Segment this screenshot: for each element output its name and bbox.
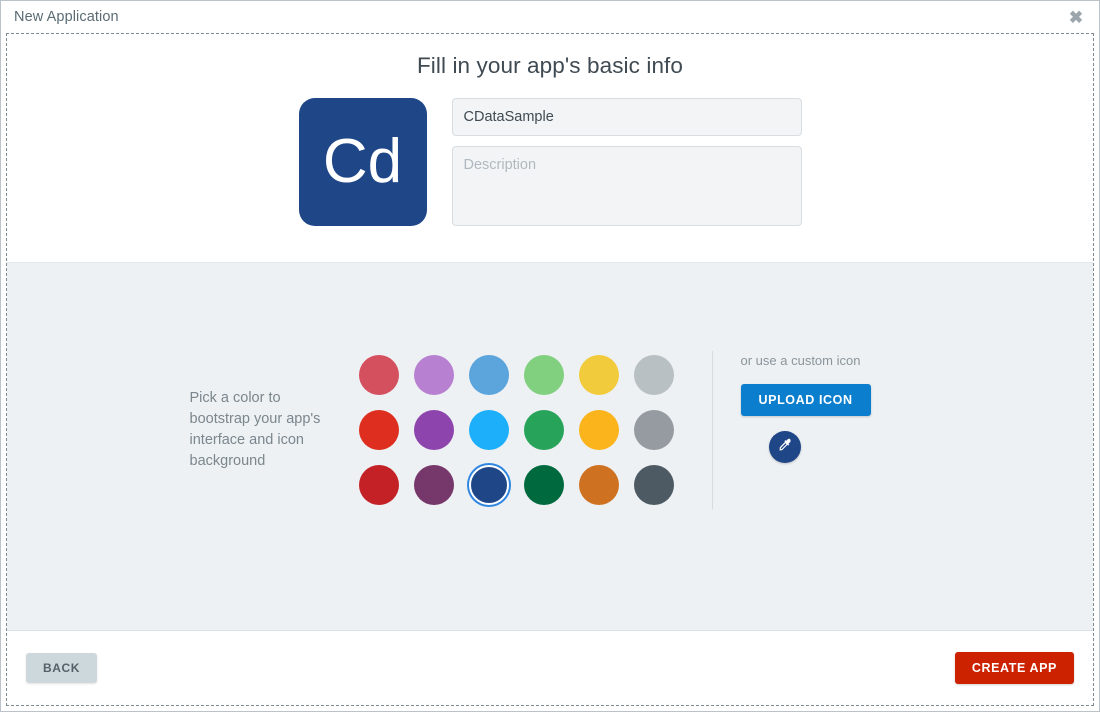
window-title: New Application <box>14 9 119 25</box>
dialog-footer: BACK CREATE APP <box>7 631 1093 705</box>
basic-info-row: Cd <box>7 98 1093 226</box>
eyedropper-button[interactable] <box>768 431 801 463</box>
color-swatch-light-blue[interactable] <box>462 347 517 402</box>
app-icon-preview: Cd <box>298 98 427 226</box>
swatch-dot <box>359 409 399 450</box>
swatch-dot <box>359 464 399 505</box>
swatch-dot <box>634 464 674 505</box>
color-swatch-dark-slate[interactable] <box>627 457 682 512</box>
swatch-dot <box>469 354 509 395</box>
new-application-dialog: New Application ✖ Fill in your app's bas… <box>0 0 1100 712</box>
color-swatch-cyan[interactable] <box>462 402 517 457</box>
color-swatch-dark-orange[interactable] <box>572 457 627 512</box>
swatch-dot <box>579 354 619 395</box>
vertical-divider <box>711 350 713 509</box>
basic-info-section: Fill in your app's basic info Cd <box>7 34 1093 262</box>
dialog-content: Fill in your app's basic info Cd Pick a … <box>6 33 1094 706</box>
color-swatch-dark-red[interactable] <box>352 457 407 512</box>
swatch-dot <box>414 464 454 505</box>
swatch-dot <box>579 409 619 450</box>
color-swatch-navy[interactable] <box>462 457 517 512</box>
close-icon[interactable]: ✖ <box>1065 6 1087 28</box>
swatch-dot <box>634 354 674 395</box>
swatch-dot <box>414 354 454 395</box>
back-button[interactable]: BACK <box>26 653 98 683</box>
color-swatch-grid <box>352 347 682 512</box>
custom-icon-panel: or use a custom icon UPLOAD ICON <box>740 347 911 463</box>
color-swatch-light-purple[interactable] <box>407 347 462 402</box>
swatch-dot <box>524 354 564 395</box>
color-swatch-light-red[interactable] <box>352 347 407 402</box>
color-picker-section: Pick a color to bootstrap your app's int… <box>7 262 1093 631</box>
swatch-dot <box>634 409 674 450</box>
color-swatch-grey[interactable] <box>627 402 682 457</box>
custom-icon-label: or use a custom icon <box>740 353 861 368</box>
create-app-button[interactable]: CREATE APP <box>954 652 1074 684</box>
color-swatch-green[interactable] <box>517 402 572 457</box>
color-swatch-dark-purple[interactable] <box>407 457 462 512</box>
app-fields <box>451 98 802 226</box>
swatch-dot <box>414 409 454 450</box>
page-title: Fill in your app's basic info <box>416 53 684 78</box>
color-swatch-red[interactable] <box>352 402 407 457</box>
swatch-dot <box>524 409 564 450</box>
color-picker-instruction: Pick a color to bootstrap your app's int… <box>189 389 321 469</box>
upload-icon-button[interactable]: UPLOAD ICON <box>740 384 871 416</box>
color-swatch-amber[interactable] <box>572 402 627 457</box>
swatch-dot <box>359 354 399 395</box>
color-swatch-light-grey[interactable] <box>627 347 682 402</box>
swatch-dot <box>524 464 564 505</box>
app-name-input[interactable] <box>451 98 802 136</box>
swatch-dot <box>579 464 619 505</box>
color-swatch-light-green[interactable] <box>517 347 572 402</box>
color-swatch-light-yellow[interactable] <box>572 347 627 402</box>
app-description-input[interactable] <box>451 146 802 226</box>
eyedropper-icon <box>776 437 793 457</box>
title-bar: New Application ✖ <box>1 1 1099 33</box>
swatch-dot <box>469 464 509 505</box>
color-swatch-purple[interactable] <box>407 402 462 457</box>
color-swatch-dark-green[interactable] <box>517 457 572 512</box>
swatch-dot <box>469 409 509 450</box>
